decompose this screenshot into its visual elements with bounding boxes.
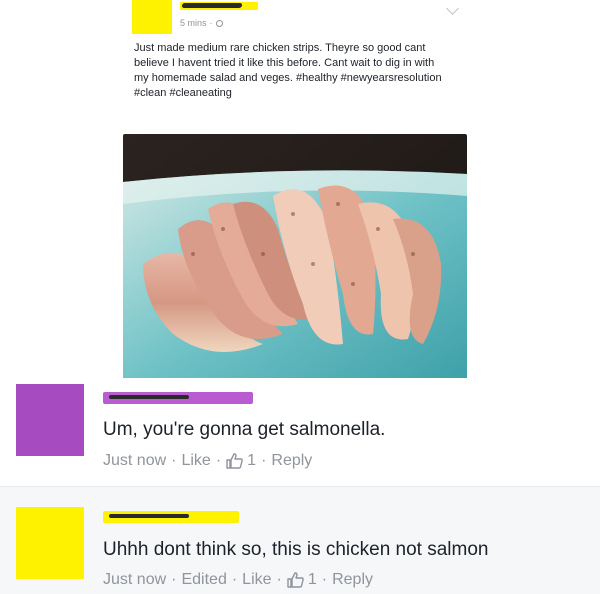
separator: · bbox=[215, 452, 222, 469]
like-link[interactable]: Like bbox=[242, 571, 271, 589]
redaction-scribble bbox=[181, 3, 243, 8]
comment: Um, you're gonna get salmonella. Just no… bbox=[0, 378, 600, 486]
post-text: Just made medium rare chicken strips. Th… bbox=[134, 42, 442, 99]
comment-text: Um, you're gonna get salmonella. bbox=[103, 419, 386, 440]
commenter-avatar-redacted[interactable] bbox=[16, 384, 84, 456]
separator: · bbox=[321, 571, 328, 588]
separator: · bbox=[276, 571, 282, 588]
post-author-name-redacted[interactable] bbox=[180, 2, 258, 10]
post-meta: 5 mins · bbox=[180, 18, 223, 28]
thumbs-up-icon[interactable] bbox=[287, 572, 304, 588]
meta-separator: · bbox=[209, 18, 213, 28]
edited-label[interactable]: Edited bbox=[181, 571, 226, 589]
redaction-scribble bbox=[109, 395, 189, 399]
reply-link[interactable]: Reply bbox=[332, 571, 373, 589]
comment: Uhhh dont think so, this is chicken not … bbox=[0, 486, 600, 594]
chicken-strips-photo bbox=[123, 134, 467, 388]
commenter-name-redacted[interactable] bbox=[103, 511, 239, 523]
commenter-avatar-redacted[interactable] bbox=[16, 507, 84, 579]
reply-link[interactable]: Reply bbox=[271, 452, 312, 470]
like-count[interactable]: 1 bbox=[247, 452, 256, 470]
separator: · bbox=[261, 452, 267, 469]
separator: · bbox=[171, 571, 177, 588]
post-image[interactable] bbox=[123, 134, 467, 388]
like-link[interactable]: Like bbox=[181, 452, 210, 470]
comment-text: Uhhh dont think so, this is chicken not … bbox=[103, 539, 489, 560]
chevron-down-icon[interactable] bbox=[446, 2, 459, 15]
separator: · bbox=[231, 571, 238, 588]
post-time[interactable]: 5 mins bbox=[180, 18, 207, 28]
like-count[interactable]: 1 bbox=[308, 571, 317, 589]
comment-actions: Just now · Like · 1 · Reply bbox=[103, 452, 312, 470]
comment-time[interactable]: Just now bbox=[103, 571, 166, 589]
post-author-avatar-redacted[interactable] bbox=[132, 0, 172, 34]
post-card: 5 mins · Just made medium rare chicken s… bbox=[118, 0, 482, 392]
comment-actions: Just now · Edited · Like · 1 · Reply bbox=[103, 571, 373, 589]
comment-time[interactable]: Just now bbox=[103, 452, 166, 470]
globe-icon bbox=[215, 19, 223, 27]
commenter-name-redacted[interactable] bbox=[103, 392, 253, 404]
thumbs-up-icon[interactable] bbox=[226, 453, 243, 469]
redaction-scribble bbox=[109, 514, 189, 518]
separator: · bbox=[171, 452, 177, 469]
